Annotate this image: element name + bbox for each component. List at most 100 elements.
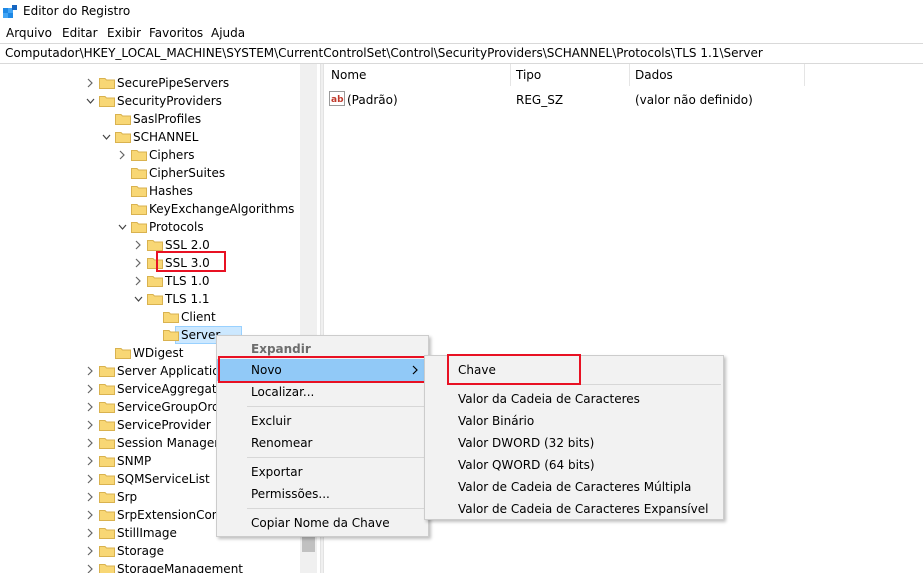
tree-item-label: CipherSuites — [149, 166, 226, 180]
tree-item-label: SQMServiceList — [117, 472, 210, 486]
tree-item-label: Protocols — [149, 220, 204, 234]
folder-icon — [115, 132, 131, 143]
folder-icon — [163, 312, 179, 323]
column-separator[interactable] — [804, 64, 805, 86]
folder-icon — [99, 546, 115, 557]
address-bar[interactable]: Computador\HKEY_LOCAL_MACHINE\SYSTEM\Cur… — [0, 43, 923, 64]
folder-icon — [131, 222, 147, 233]
tree-item-label: Server Application — [117, 364, 228, 378]
svg-text:ab: ab — [331, 95, 344, 105]
tree-item-label: TLS 1.0 — [165, 274, 210, 288]
chevron-right-icon[interactable] — [86, 77, 95, 89]
tree-item-label: Client — [181, 310, 216, 324]
tree-item-label: TLS 1.1 — [165, 292, 210, 306]
submenu-item-qword-value[interactable]: Valor QWORD (64 bits) — [425, 454, 723, 476]
folder-icon — [131, 204, 147, 215]
chevron-down-icon[interactable] — [118, 221, 127, 233]
folder-icon — [99, 438, 115, 449]
column-header-nome[interactable]: Nome — [331, 68, 366, 82]
folder-icon — [131, 186, 147, 197]
value-name[interactable]: (Padrão) — [347, 93, 398, 107]
column-separator[interactable] — [629, 64, 630, 86]
folder-icon — [147, 294, 163, 305]
chevron-right-icon[interactable] — [86, 527, 95, 539]
folder-icon — [99, 366, 115, 377]
menu-item-permissoes[interactable]: Permissões... — [217, 483, 428, 505]
new-submenu: Chave Valor da Cadeia de Caracteres Valo… — [424, 355, 724, 520]
folder-icon — [99, 474, 115, 485]
menu-item-renomear[interactable]: Renomear — [217, 432, 428, 454]
tree-item-label: SSL 2.0 — [165, 238, 210, 252]
value-type[interactable]: REG_SZ — [516, 93, 563, 107]
folder-icon — [99, 528, 115, 539]
tree-item-label: Server — [181, 328, 221, 342]
menu-editar[interactable]: Editar — [62, 26, 98, 40]
chevron-right-icon[interactable] — [86, 491, 95, 503]
menu-exibir[interactable]: Exibir — [107, 26, 141, 40]
chevron-right-icon[interactable] — [118, 149, 127, 161]
tree-item-label: ServiceAggregate — [117, 382, 224, 396]
menu-separator — [453, 384, 721, 385]
chevron-right-icon[interactable] — [86, 509, 95, 521]
folder-icon — [99, 492, 115, 503]
chevron-down-icon[interactable] — [134, 293, 143, 305]
chevron-right-icon[interactable] — [86, 365, 95, 377]
tree-item-label: ServiceGroupOrde — [117, 400, 228, 414]
chevron-down-icon[interactable] — [86, 95, 95, 107]
column-separator[interactable] — [510, 64, 511, 86]
menu-ajuda[interactable]: Ajuda — [211, 26, 245, 40]
value-data[interactable]: (valor não definido) — [635, 93, 753, 107]
chevron-right-icon[interactable] — [86, 437, 95, 449]
menu-item-copiar-nome[interactable]: Copiar Nome da Chave — [217, 512, 428, 534]
menu-favoritos[interactable]: Favoritos — [149, 26, 203, 40]
menu-separator — [247, 406, 425, 407]
menu-arquivo[interactable]: Arquivo — [6, 26, 52, 40]
folder-icon — [99, 384, 115, 395]
chevron-right-icon[interactable] — [134, 275, 143, 287]
menu-bar: Arquivo Editar Exibir Favoritos Ajuda — [0, 24, 923, 43]
chevron-down-icon[interactable] — [102, 131, 111, 143]
folder-icon — [99, 456, 115, 467]
chevron-right-icon[interactable] — [86, 473, 95, 485]
tree-item-label: SecurePipeServers — [117, 76, 230, 90]
chevron-right-icon[interactable] — [86, 383, 95, 395]
submenu-item-string-value[interactable]: Valor da Cadeia de Caracteres — [425, 388, 723, 410]
folder-icon — [163, 330, 179, 341]
chevron-right-icon — [412, 365, 418, 375]
tree-item-label: SaslProfiles — [133, 112, 202, 126]
title-bar: Editor do Registro — [0, 0, 923, 24]
tree-item-label: SCHANNEL — [133, 130, 199, 144]
submenu-item-expandable-string-value[interactable]: Valor de Cadeia de Caracteres Expansível — [425, 498, 723, 520]
folder-icon — [99, 78, 115, 89]
chevron-right-icon[interactable] — [134, 257, 143, 269]
submenu-item-dword-value[interactable]: Valor DWORD (32 bits) — [425, 432, 723, 454]
tree-item-label: Hashes — [149, 184, 193, 198]
chevron-right-icon[interactable] — [86, 545, 95, 557]
submenu-item-multi-string-value[interactable]: Valor de Cadeia de Caracteres Múltipla — [425, 476, 723, 498]
menu-item-exportar[interactable]: Exportar — [217, 461, 428, 483]
folder-icon — [147, 276, 163, 287]
tree-item-label: Ciphers — [149, 148, 195, 162]
menu-item-novo[interactable]: Novo — [217, 359, 428, 381]
column-header-tipo[interactable]: Tipo — [516, 68, 541, 82]
chevron-right-icon[interactable] — [86, 455, 95, 467]
folder-icon — [99, 402, 115, 413]
chevron-right-icon[interactable] — [86, 419, 95, 431]
tree-item-label: Srp — [117, 490, 138, 504]
menu-item-expandir[interactable]: Expandir — [217, 338, 428, 360]
tree-item-label: SSL 3.0 — [165, 256, 210, 270]
menu-separator — [247, 457, 425, 458]
chevron-right-icon[interactable] — [86, 563, 95, 573]
chevron-right-icon[interactable] — [86, 401, 95, 413]
folder-icon — [147, 240, 163, 251]
submenu-item-binary-value[interactable]: Valor Binário — [425, 410, 723, 432]
address-path[interactable]: Computador\HKEY_LOCAL_MACHINE\SYSTEM\Cur… — [5, 46, 763, 60]
submenu-item-chave[interactable]: Chave — [425, 359, 723, 381]
column-header-dados[interactable]: Dados — [635, 68, 673, 82]
folder-icon — [99, 564, 115, 573]
window-title: Editor do Registro — [23, 4, 131, 18]
menu-item-localizar[interactable]: Localizar... — [217, 381, 428, 403]
menu-item-excluir[interactable]: Excluir — [217, 410, 428, 432]
tree-item-label: SecurityProviders — [117, 94, 222, 108]
chevron-right-icon[interactable] — [134, 239, 143, 251]
